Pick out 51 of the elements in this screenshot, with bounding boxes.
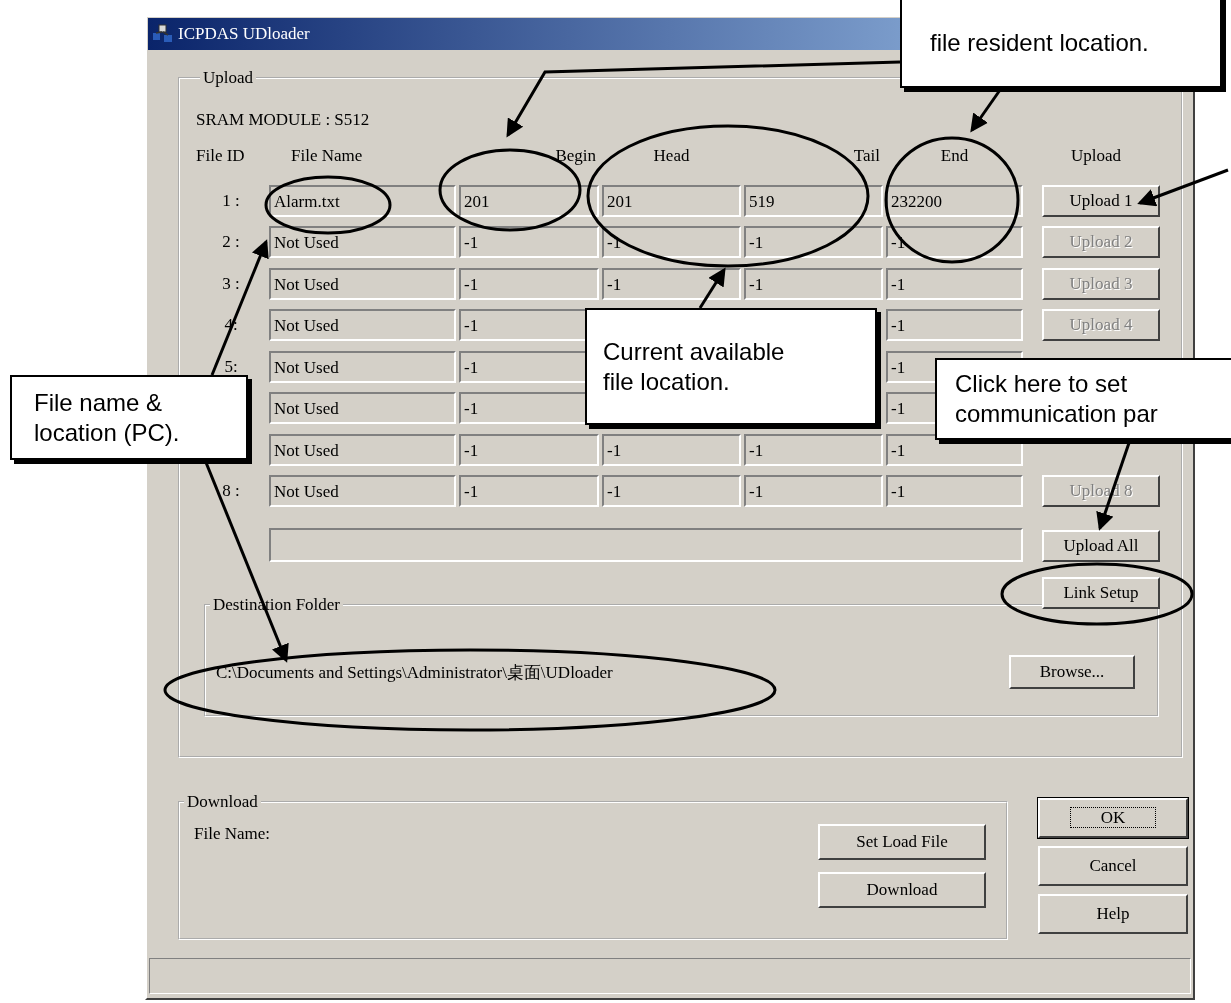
column-header: End: [939, 146, 970, 166]
module-label: SRAM MODULE : S512: [196, 110, 370, 131]
row-number: 5:: [224, 356, 238, 376]
value-field: 201: [459, 184, 599, 217]
row-number: 8 :: [222, 481, 240, 500]
value-field: -1: [459, 226, 599, 258]
file-name-field: Alarm.txt: [269, 184, 456, 217]
file-name-label: File Name:: [194, 824, 270, 845]
file-name-field: Not Used: [269, 350, 456, 383]
group-label: Download: [186, 792, 259, 812]
row-number: 2 :: [222, 232, 240, 251]
callout-text: file resident location.: [930, 28, 1149, 58]
file-name-field: Not Used: [269, 267, 456, 300]
column-header: Head: [652, 146, 691, 166]
callout-text: Current available: [603, 336, 785, 367]
value-field: -1: [602, 267, 741, 300]
column-header: File Name: [290, 146, 364, 166]
value-field: -1: [459, 433, 599, 466]
column-header: Begin: [554, 146, 597, 166]
value-field: -1: [744, 226, 883, 258]
file-name-field: Not Used: [269, 475, 456, 507]
row-number: 3 :: [222, 273, 240, 293]
callout-text: communication par: [955, 399, 1158, 429]
file-name-field: Not Used: [269, 226, 456, 258]
column-header: File ID: [196, 146, 246, 166]
file-name-field: Not Used: [269, 309, 456, 341]
file-name-field: Not Used: [269, 392, 456, 424]
value-field: -1: [602, 433, 741, 466]
value-field: -1: [459, 267, 599, 300]
callout-text: File name &: [34, 387, 163, 418]
callout-text: location (PC).: [34, 417, 180, 448]
column-header: Tail: [852, 146, 881, 166]
value-field: -1: [744, 475, 883, 507]
value-field: -1: [744, 267, 883, 300]
callout-text: Click here to set: [955, 369, 1128, 399]
value-field: 232200: [886, 184, 1023, 217]
folder-path: C:\Documents and Settings\Administrator\桌面\UDloader: [216, 661, 613, 684]
column-header: Upload: [1069, 146, 1122, 166]
group-label: Upload: [202, 68, 255, 88]
file-name-field: Not Used: [269, 433, 456, 466]
value-field: -1: [744, 433, 883, 466]
value-field: -1: [602, 475, 741, 507]
value-field: 201: [602, 184, 741, 217]
callout-text: file location.: [603, 366, 730, 397]
value-field: -1: [886, 475, 1023, 507]
value-field: 519: [744, 184, 883, 217]
row-number: 1 :: [222, 190, 240, 210]
window-title: ICPDAS UDloader: [178, 24, 310, 44]
value-field: -1: [886, 309, 1023, 341]
value-field: -1: [886, 267, 1023, 300]
value-field: -1: [459, 475, 599, 507]
